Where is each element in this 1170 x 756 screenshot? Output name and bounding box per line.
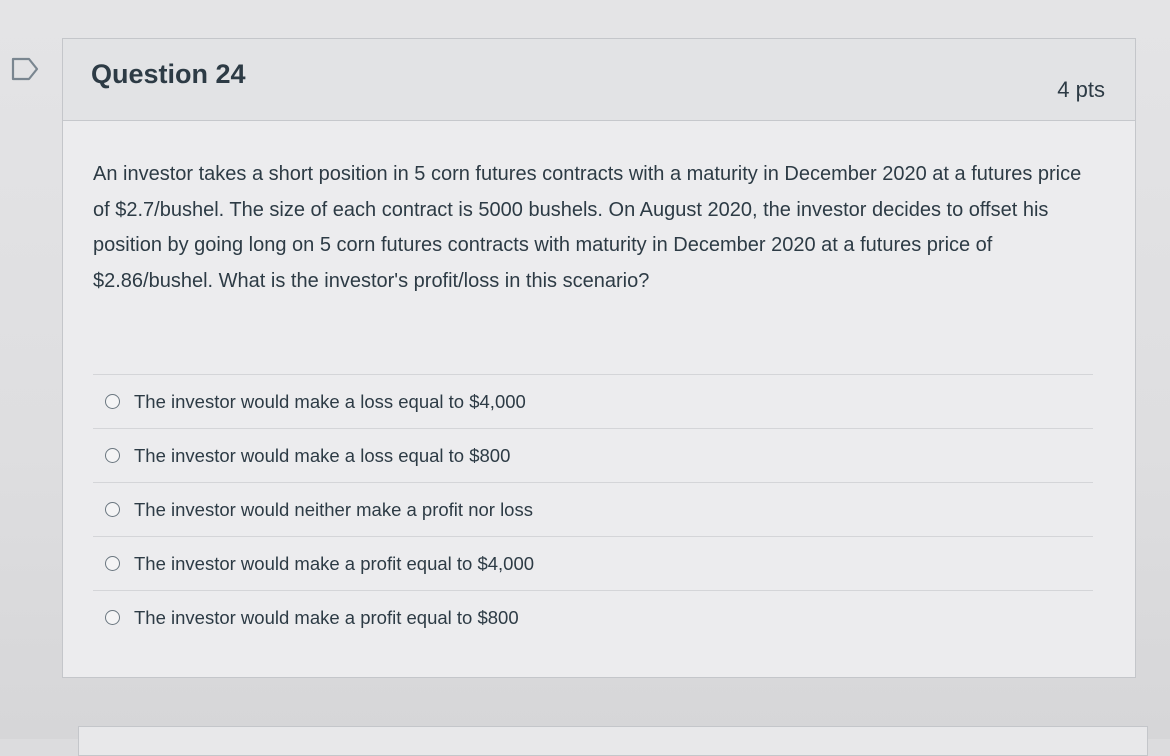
answer-list: The investor would make a loss equal to … bbox=[93, 374, 1093, 644]
question-text: An investor takes a short position in 5 … bbox=[93, 163, 1082, 292]
radio-button[interactable] bbox=[105, 610, 120, 625]
answer-option[interactable]: The investor would make a profit equal t… bbox=[93, 536, 1093, 590]
answer-label: The investor would make a profit equal t… bbox=[134, 552, 535, 574]
radio-button[interactable] bbox=[105, 556, 120, 571]
answer-option[interactable]: The investor would make a loss equal to … bbox=[93, 374, 1093, 428]
question-header: Question 24 4 pts bbox=[63, 39, 1135, 121]
question-card: Question 24 4 pts An investor takes a sh… bbox=[62, 38, 1136, 678]
radio-button[interactable] bbox=[105, 448, 120, 463]
answer-option[interactable]: The investor would neither make a profit… bbox=[93, 482, 1093, 536]
answer-label: The investor would make a loss equal to … bbox=[134, 444, 511, 466]
answer-option[interactable]: The investor would make a loss equal to … bbox=[93, 428, 1093, 482]
quiz-screen: Question 24 4 pts An investor takes a sh… bbox=[0, 0, 1170, 756]
answer-label: The investor would make a loss equal to … bbox=[134, 390, 526, 412]
radio-button[interactable] bbox=[105, 394, 120, 409]
question-title: Question 24 bbox=[91, 59, 246, 89]
flag-icon[interactable] bbox=[10, 56, 40, 82]
question-points: 4 pts bbox=[1057, 77, 1105, 102]
radio-button[interactable] bbox=[105, 502, 120, 517]
answer-label: The investor would make a profit equal t… bbox=[134, 606, 519, 628]
next-question-card bbox=[78, 726, 1148, 756]
answer-label: The investor would neither make a profit… bbox=[134, 498, 533, 520]
answer-option[interactable]: The investor would make a profit equal t… bbox=[93, 590, 1093, 644]
